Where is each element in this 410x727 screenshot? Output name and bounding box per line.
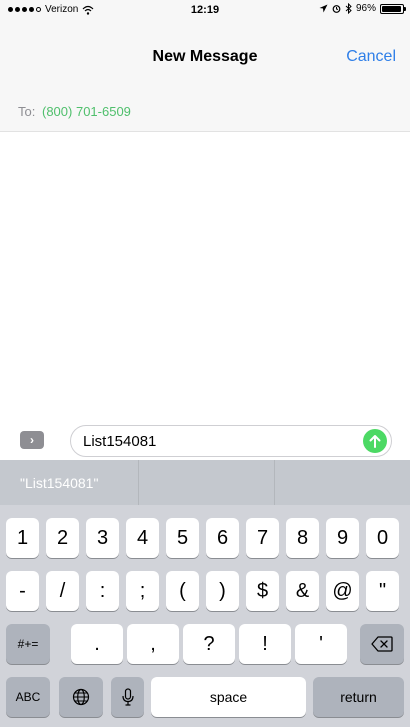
delete-key[interactable] [360, 624, 404, 664]
symbols-shift-label: #+= [17, 637, 39, 651]
key-question[interactable]: ? [183, 624, 235, 664]
alarm-icon [332, 5, 341, 13]
send-arrow-icon [369, 435, 381, 448]
return-key[interactable]: return [313, 677, 404, 717]
key-6[interactable]: 6 [206, 518, 239, 558]
symbols-shift-key[interactable]: #+= [6, 624, 50, 664]
location-icon [319, 4, 328, 13]
key-period[interactable]: . [71, 624, 123, 664]
to-label: To: [18, 104, 36, 119]
delete-icon [371, 636, 393, 652]
expand-apps-button[interactable]: › [20, 431, 44, 449]
key-open-paren[interactable]: ( [166, 571, 199, 611]
predictive-bar: "List154081" [0, 460, 410, 505]
return-key-label: return [340, 689, 377, 705]
key-9[interactable]: 9 [326, 518, 359, 558]
key-4[interactable]: 4 [126, 518, 159, 558]
key-slash[interactable]: / [46, 571, 79, 611]
status-indicators: 96% [319, 3, 406, 14]
space-bar-label: space [209, 689, 248, 705]
key-at[interactable]: @ [326, 571, 359, 611]
cancel-button[interactable]: Cancel [346, 48, 396, 66]
key-7[interactable]: 7 [246, 518, 279, 558]
key-semicolon[interactable]: ; [126, 571, 159, 611]
space-bar[interactable]: space [151, 677, 306, 717]
suggestion-2[interactable] [138, 460, 274, 505]
suggestion-3[interactable] [274, 460, 410, 505]
key-1[interactable]: 1 [6, 518, 39, 558]
bluetooth-icon [345, 3, 352, 14]
abc-key-label: ABC [15, 690, 41, 704]
key-quote[interactable]: " [366, 571, 399, 611]
compose-bar: › List154081 [0, 415, 410, 459]
battery-level [382, 5, 402, 12]
send-button[interactable] [363, 429, 387, 453]
message-input[interactable]: List154081 [70, 425, 392, 457]
message-text: List154081 [83, 433, 157, 450]
key-8[interactable]: 8 [286, 518, 319, 558]
key-ampersand[interactable]: & [286, 571, 319, 611]
key-dollar[interactable]: $ [246, 571, 279, 611]
globe-key[interactable] [59, 677, 103, 717]
suggestion-1[interactable]: "List154081" [0, 460, 138, 505]
battery-icon [380, 3, 406, 14]
nav-bar: New Message Cancel [0, 20, 410, 92]
dictation-key[interactable] [111, 677, 144, 717]
key-3[interactable]: 3 [86, 518, 119, 558]
key-close-paren[interactable]: ) [206, 571, 239, 611]
status-bar: Verizon 12:19 96% [0, 0, 410, 20]
key-0[interactable]: 0 [366, 518, 399, 558]
key-5[interactable]: 5 [166, 518, 199, 558]
key-comma[interactable]: , [127, 624, 179, 664]
key-hyphen[interactable]: - [6, 571, 39, 611]
key-2[interactable]: 2 [46, 518, 79, 558]
globe-icon [72, 688, 90, 706]
recipient-row[interactable]: To: (800) 701-6509 [0, 92, 410, 132]
key-apostrophe[interactable]: ' [295, 624, 347, 664]
keyboard: "List154081" 1 2 3 4 5 6 7 8 9 0 - / : ;… [0, 460, 410, 727]
recipient-field[interactable]: (800) 701-6509 [42, 104, 131, 119]
microphone-icon [121, 688, 134, 706]
abc-key[interactable]: ABC [6, 677, 50, 717]
battery-percent: 96% [355, 3, 376, 14]
key-colon[interactable]: : [86, 571, 119, 611]
key-exclamation[interactable]: ! [239, 624, 291, 664]
